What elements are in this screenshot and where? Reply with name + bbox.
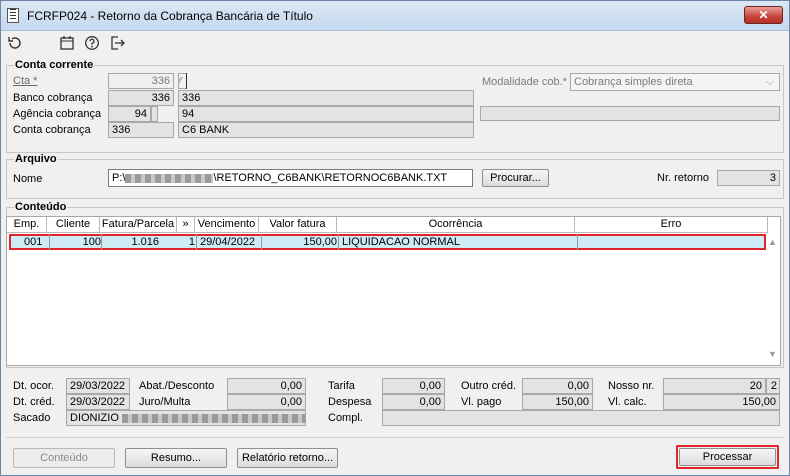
dt-cred-field: 29/03/2022	[66, 394, 130, 410]
agencia-label: Agência cobrança	[13, 108, 102, 120]
nosso-nr-field: 20	[663, 378, 766, 394]
tarifa-label: Tarifa	[328, 380, 355, 392]
despesa-field: 0,00	[382, 394, 445, 410]
nosso-nr-dv-field: 2	[766, 378, 780, 394]
vl-pago-field: 150,00	[522, 394, 593, 410]
dt-cred-label: Dt. créd.	[13, 396, 55, 408]
redacted-sacado	[121, 413, 305, 423]
group-title: Arquivo	[14, 153, 58, 165]
cta-field[interactable]: 336	[108, 73, 174, 89]
calendar-icon[interactable]	[58, 35, 76, 53]
tarifa-field: 0,00	[382, 378, 445, 394]
banco-label: Banco cobrança	[13, 92, 93, 104]
sacado-label: Sacado	[13, 412, 51, 424]
outro-cred-label: Outro créd.	[461, 380, 517, 392]
toolbar	[1, 32, 789, 58]
dt-ocor-field: 29/03/2022	[66, 378, 130, 394]
sacado-value: DIONIZIO	[70, 412, 119, 424]
col-header-fatura[interactable]: Fatura/Parcela	[100, 217, 177, 233]
col-header-ocorrencia[interactable]: Ocorrência	[337, 217, 575, 233]
chevron-down-icon: ⌵	[765, 76, 774, 88]
compl-field	[382, 410, 780, 426]
exit-icon[interactable]	[108, 35, 126, 53]
redacted-path	[125, 173, 214, 183]
group-title: Conta corrente	[14, 59, 95, 71]
vertical-scrollbar[interactable]: ▲ ▼	[766, 234, 780, 365]
nome-label: Nome	[13, 173, 43, 185]
vl-pago-label: Vl. pago	[461, 396, 502, 408]
modalidade-info-field	[480, 106, 780, 121]
agencia-name-field[interactable]: 94	[178, 106, 474, 122]
conta-name-field[interactable]: C6 BANK	[178, 122, 474, 138]
close-button[interactable]: ✕	[744, 6, 783, 24]
cta-label: Cta *	[13, 75, 38, 87]
conteudo-table[interactable]: Emp. Cliente Fatura/Parcela » Vencimento…	[6, 216, 781, 366]
help-icon[interactable]	[83, 35, 101, 53]
processar-button[interactable]: Processar	[679, 448, 776, 466]
sacado-field: DIONIZIO	[66, 410, 306, 426]
agencia-digit-field[interactable]	[151, 106, 158, 122]
nosso-nr-label: Nosso nr.	[608, 380, 655, 392]
arquivo-path-input[interactable]: P:\ \RETORNO_C6BANK\RETORNOC6BANK.TXT	[108, 169, 473, 187]
nr-retorno-label: Nr. retorno	[657, 172, 709, 184]
outro-cred-field: 0,00	[522, 378, 593, 394]
cell-ocorrencia: LIQUIDACAO NORMAL	[338, 234, 460, 250]
abat-label: Abat./Desconto	[139, 380, 215, 392]
cell-erro	[577, 234, 767, 250]
col-header-expand[interactable]: »	[177, 217, 195, 233]
path-suffix: \RETORNO_C6BANK\RETORNOC6BANK.TXT	[213, 172, 448, 184]
cell-cliente: 100	[49, 234, 102, 250]
resumo-button[interactable]: Resumo...	[125, 448, 227, 468]
cell-fatura: 1.016	[131, 236, 159, 248]
modalidade-label: Modalidade cob.*	[482, 76, 568, 88]
scroll-down-icon[interactable]: ▼	[768, 349, 777, 359]
cell-vencimento: 29/04/2022	[200, 236, 256, 248]
vl-calc-label: Vl. calc.	[608, 396, 647, 408]
conta-code-field[interactable]: 336	[108, 122, 174, 138]
col-header-emp[interactable]: Emp.	[7, 217, 47, 233]
table-row[interactable]: 001 100 1.016 1 29/04/2022 150,00 LIQUID…	[9, 234, 766, 250]
col-header-cliente[interactable]: Cliente	[47, 217, 100, 233]
conteudo-button[interactable]: Conteúdo	[13, 448, 115, 468]
juro-label: Juro/Multa	[139, 396, 191, 408]
title-bar: FCRFP024 - Retorno da Cobrança Bancária …	[1, 1, 789, 31]
vl-calc-field: 150,00	[663, 394, 780, 410]
col-header-vencimento[interactable]: Vencimento	[195, 217, 259, 233]
processar-button-highlight: Processar	[676, 445, 779, 469]
col-header-erro[interactable]: Erro	[575, 217, 768, 233]
banco-name-field[interactable]: 336	[178, 90, 474, 106]
col-header-valor[interactable]: Valor fatura	[259, 217, 337, 233]
banco-code-field[interactable]: 336	[108, 90, 174, 106]
dt-ocor-label: Dt. ocor.	[13, 380, 54, 392]
despesa-label: Despesa	[328, 396, 372, 408]
abat-field: 0,00	[227, 378, 306, 394]
window-title: FCRFP024 - Retorno da Cobrança Bancária …	[27, 9, 313, 23]
cell-emp: 001	[24, 236, 43, 248]
path-prefix: P:\	[112, 172, 126, 184]
refresh-icon[interactable]	[6, 35, 24, 53]
modalidade-select[interactable]: Cobrança simples direta ⌵	[570, 73, 780, 91]
group-title: Conteúdo	[14, 201, 68, 213]
cell-parcela: 1	[179, 234, 197, 250]
cursor-marker	[186, 73, 187, 89]
juro-field: 0,00	[227, 394, 306, 410]
divider	[6, 437, 784, 438]
scroll-up-icon[interactable]: ▲	[768, 237, 777, 247]
conta-label: Conta cobrança	[13, 124, 91, 136]
modalidade-value: Cobrança simples direta	[574, 76, 693, 88]
agencia-code-field[interactable]: 94	[108, 106, 151, 122]
procurar-button[interactable]: Procurar...	[482, 169, 549, 187]
nr-retorno-field: 3	[717, 170, 780, 186]
relatorio-retorno-button[interactable]: Relatório retorno...	[237, 448, 338, 468]
cell-valor: 150,00	[261, 234, 337, 250]
main-window: FCRFP024 - Retorno da Cobrança Bancária …	[0, 0, 790, 476]
document-icon	[7, 8, 19, 23]
compl-label: Compl.	[328, 412, 363, 424]
